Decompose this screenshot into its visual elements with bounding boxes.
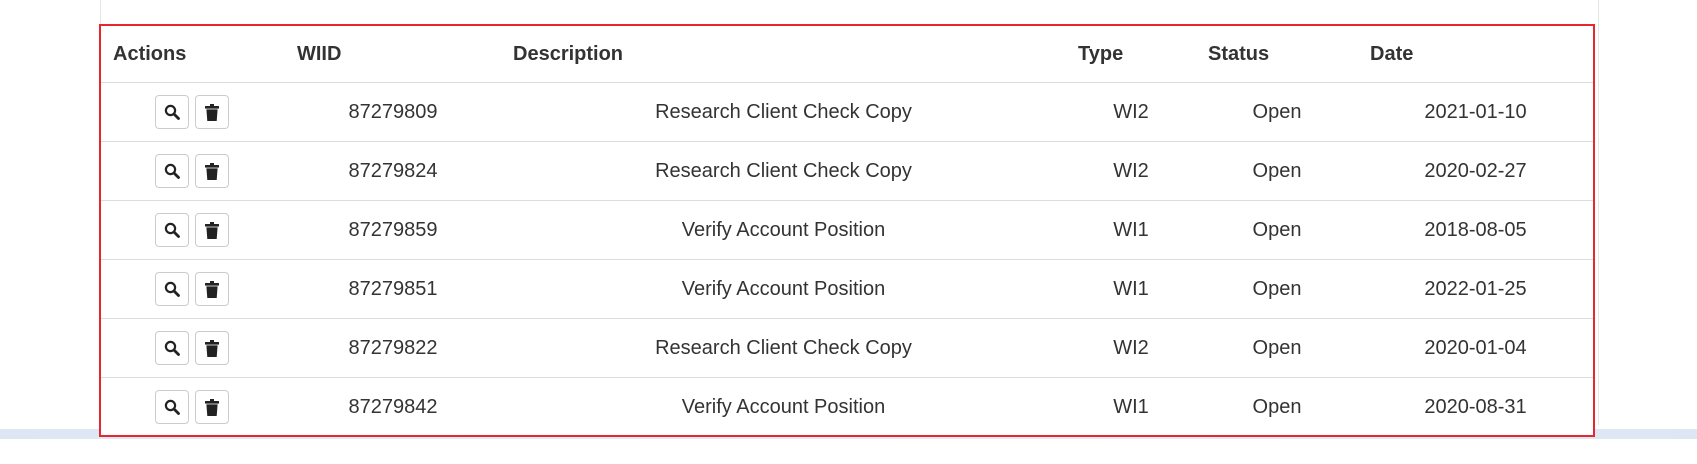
wiid-cell: 87279809 (348, 100, 438, 123)
date-cell: 2020-01-04 (1358, 318, 1593, 378)
status-cell: Open (1196, 200, 1358, 260)
table-row: 87279859 Verify Account Position WI1 Ope… (101, 200, 1593, 260)
table-row: 87279822 Research Client Check Copy WI2 … (101, 318, 1593, 378)
status-cell: Open (1252, 100, 1302, 123)
search-icon (164, 399, 180, 415)
type-cell: WI1 (1066, 200, 1196, 260)
status-cell: Open (1196, 377, 1358, 435)
status-cell: Open (1196, 141, 1358, 201)
table-body: 87279809 Research Client Check Copy WI2 … (101, 83, 1593, 435)
view-button[interactable] (155, 154, 189, 188)
date-cell: 2020-08-31 (1358, 377, 1593, 435)
header-date: Date (1358, 26, 1593, 83)
work-items-table-container: Actions WIID Description Type Status Dat… (99, 24, 1595, 437)
header-status: Status (1196, 26, 1358, 83)
trash-icon (205, 103, 219, 121)
wiid-cell: 87279842 (285, 377, 501, 435)
actions-cell (101, 259, 285, 319)
search-icon (164, 222, 180, 238)
trash-icon (205, 162, 219, 180)
page: Actions WIID Description Type Status Dat… (0, 0, 1697, 464)
header-actions: Actions (101, 26, 285, 83)
row-actions (101, 390, 285, 424)
delete-button[interactable] (195, 213, 229, 247)
header-wiid: WIID (285, 26, 501, 83)
view-button[interactable] (155, 331, 189, 365)
search-icon (164, 163, 180, 179)
wiid-cell: 87279822 (285, 318, 501, 378)
type-cell: WI1 (1066, 259, 1196, 319)
description-cell: Research Client Check Copy (655, 100, 912, 123)
row-actions (101, 213, 285, 247)
wiid-cell: 87279851 (285, 259, 501, 319)
view-button[interactable] (155, 272, 189, 306)
description-cell: Verify Account Position (501, 259, 1066, 319)
work-items-table: Actions WIID Description Type Status Dat… (101, 26, 1593, 435)
type-cell: WI2 (1066, 141, 1196, 201)
date-cell: 2022-01-25 (1358, 259, 1593, 319)
type-cell: WI1 (1066, 377, 1196, 435)
type-cell: WI2 (1113, 100, 1149, 123)
delete-button[interactable] (195, 272, 229, 306)
actions-cell (101, 141, 285, 201)
table-row: 87279851 Verify Account Position WI1 Ope… (101, 259, 1593, 319)
description-cell: Verify Account Position (501, 200, 1066, 260)
table-row: 87279809 Research Client Check Copy WI2 … (101, 83, 1593, 142)
trash-icon (205, 339, 219, 357)
trash-icon (205, 398, 219, 416)
status-cell: Open (1196, 318, 1358, 378)
description-cell: Research Client Check Copy (501, 141, 1066, 201)
header-description: Description (501, 26, 1066, 83)
search-icon (164, 281, 180, 297)
row-actions (101, 154, 285, 188)
search-icon (164, 340, 180, 356)
row-actions (101, 331, 285, 365)
description-cell: Research Client Check Copy (501, 318, 1066, 378)
row-actions (101, 95, 285, 129)
table-row: 87279824 Research Client Check Copy WI2 … (101, 141, 1593, 201)
delete-button[interactable] (195, 331, 229, 365)
view-button[interactable] (155, 390, 189, 424)
actions-cell (101, 83, 285, 142)
search-icon (164, 104, 180, 120)
row-actions (101, 272, 285, 306)
description-cell: Verify Account Position (501, 377, 1066, 435)
delete-button[interactable] (195, 390, 229, 424)
wiid-cell: 87279859 (285, 200, 501, 260)
actions-cell (101, 377, 285, 435)
date-cell: 2018-08-05 (1358, 200, 1593, 260)
table-row: 87279842 Verify Account Position WI1 Ope… (101, 377, 1593, 435)
trash-icon (205, 280, 219, 298)
delete-button[interactable] (195, 95, 229, 129)
status-cell: Open (1196, 259, 1358, 319)
actions-cell (101, 200, 285, 260)
table-header-row: Actions WIID Description Type Status Dat… (101, 26, 1593, 83)
actions-cell (101, 318, 285, 378)
trash-icon (205, 221, 219, 239)
view-button[interactable] (155, 95, 189, 129)
delete-button[interactable] (195, 154, 229, 188)
date-cell: 2021-01-10 (1424, 100, 1527, 123)
header-type: Type (1066, 26, 1196, 83)
type-cell: WI2 (1066, 318, 1196, 378)
date-cell: 2020-02-27 (1358, 141, 1593, 201)
wiid-cell: 87279824 (285, 141, 501, 201)
view-button[interactable] (155, 213, 189, 247)
